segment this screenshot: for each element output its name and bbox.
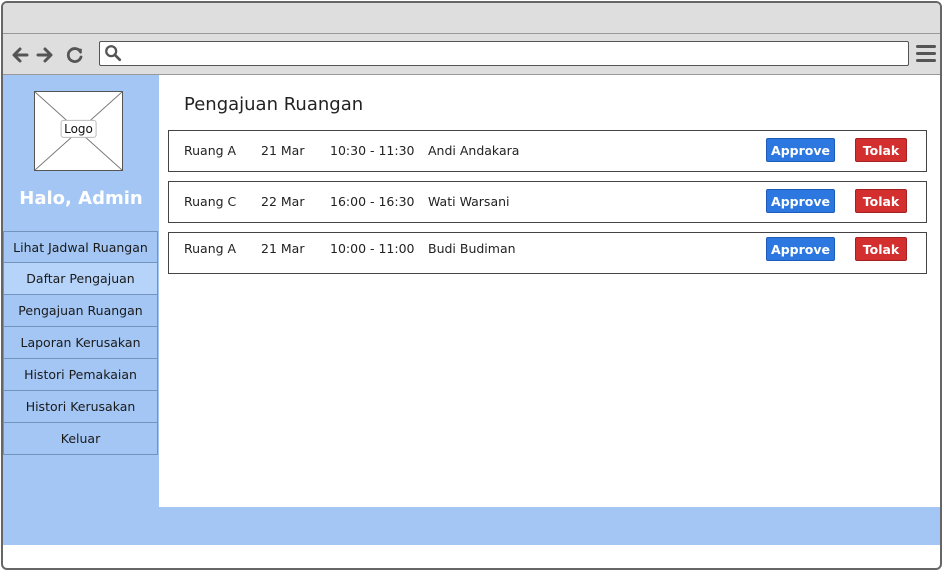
- browser-toolbar: [3, 34, 940, 75]
- sidebar-item-label: Histori Kerusakan: [25, 399, 136, 414]
- sidebar-item-keluar[interactable]: Keluar: [3, 423, 158, 455]
- sidebar-item-pengajuan-ruangan[interactable]: Pengajuan Ruangan: [3, 295, 158, 327]
- request-name: Andi Andakara: [428, 143, 520, 158]
- page-title: Pengajuan Ruangan: [184, 94, 364, 115]
- title-bar: [3, 3, 940, 34]
- request-date: 21 Mar: [261, 143, 305, 158]
- request-row: Ruang A 21 Mar 10:00 - 11:00 Budi Budima…: [168, 232, 927, 274]
- sidebar-item-label: Lihat Jadwal Ruangan: [13, 239, 148, 255]
- greeting-text: Halo, Admin: [19, 188, 143, 209]
- request-time: 16:00 - 16:30: [330, 194, 415, 209]
- reload-icon[interactable]: [64, 44, 86, 66]
- request-row: Ruang C 22 Mar 16:00 - 16:30 Wati Warsan…: [168, 181, 927, 223]
- sidebar-item-laporan-kerusakan[interactable]: Laporan Kerusakan: [3, 327, 158, 359]
- sidebar-item-label: Keluar: [60, 431, 101, 446]
- reject-button[interactable]: Tolak: [855, 189, 907, 213]
- sidebar-item-label: Histori Pemakaian: [24, 367, 137, 382]
- address-bar[interactable]: [99, 41, 909, 66]
- back-arrow-icon[interactable]: [9, 44, 31, 66]
- request-time: 10:00 - 11:00: [330, 241, 415, 256]
- request-date: 21 Mar: [261, 241, 305, 256]
- request-room: Ruang C: [184, 194, 237, 209]
- reject-button[interactable]: Tolak: [855, 237, 907, 261]
- sidebar-item-histori-pemakaian[interactable]: Histori Pemakaian: [3, 359, 158, 391]
- sidebar-item-histori-kerusakan[interactable]: Histori Kerusakan: [3, 391, 158, 423]
- approve-button[interactable]: Approve: [766, 237, 835, 261]
- browser-window: Logo Halo, Admin Lihat Jadwal Ruangan Da…: [1, 1, 942, 570]
- request-room: Ruang A: [184, 241, 237, 256]
- request-room: Ruang A: [184, 143, 237, 158]
- footer-bar: [3, 507, 940, 545]
- main-content: Pengajuan Ruangan Ruang A 21 Mar 10:30 -…: [159, 75, 940, 507]
- approve-button[interactable]: Approve: [766, 189, 835, 213]
- request-time: 10:30 - 11:30: [330, 143, 415, 158]
- search-icon: [105, 45, 122, 62]
- sidebar-menu: Lihat Jadwal Ruangan Daftar Pengajuan Pe…: [3, 231, 158, 455]
- request-name: Wati Warsani: [428, 194, 510, 209]
- approve-button[interactable]: Approve: [766, 138, 835, 162]
- sidebar-item-lihat-jadwal-ruangan[interactable]: Lihat Jadwal Ruangan: [3, 231, 158, 263]
- forward-arrow-icon[interactable]: [34, 44, 56, 66]
- sidebar-item-daftar-pengajuan[interactable]: Daftar Pengajuan: [3, 263, 158, 295]
- logo-label: Logo: [60, 119, 97, 138]
- logo-placeholder: Logo: [34, 91, 123, 171]
- reject-button[interactable]: Tolak: [855, 138, 907, 162]
- request-row: Ruang A 21 Mar 10:30 - 11:30 Andi Andaka…: [168, 130, 927, 172]
- sidebar-item-label: Laporan Kerusakan: [20, 335, 141, 350]
- hamburger-menu-icon[interactable]: [916, 45, 936, 63]
- sidebar: Logo Halo, Admin Lihat Jadwal Ruangan Da…: [3, 75, 159, 545]
- sidebar-item-label: Daftar Pengajuan: [26, 271, 135, 286]
- request-name: Budi Budiman: [428, 241, 516, 256]
- sidebar-item-label: Pengajuan Ruangan: [18, 303, 143, 318]
- request-date: 22 Mar: [261, 194, 305, 209]
